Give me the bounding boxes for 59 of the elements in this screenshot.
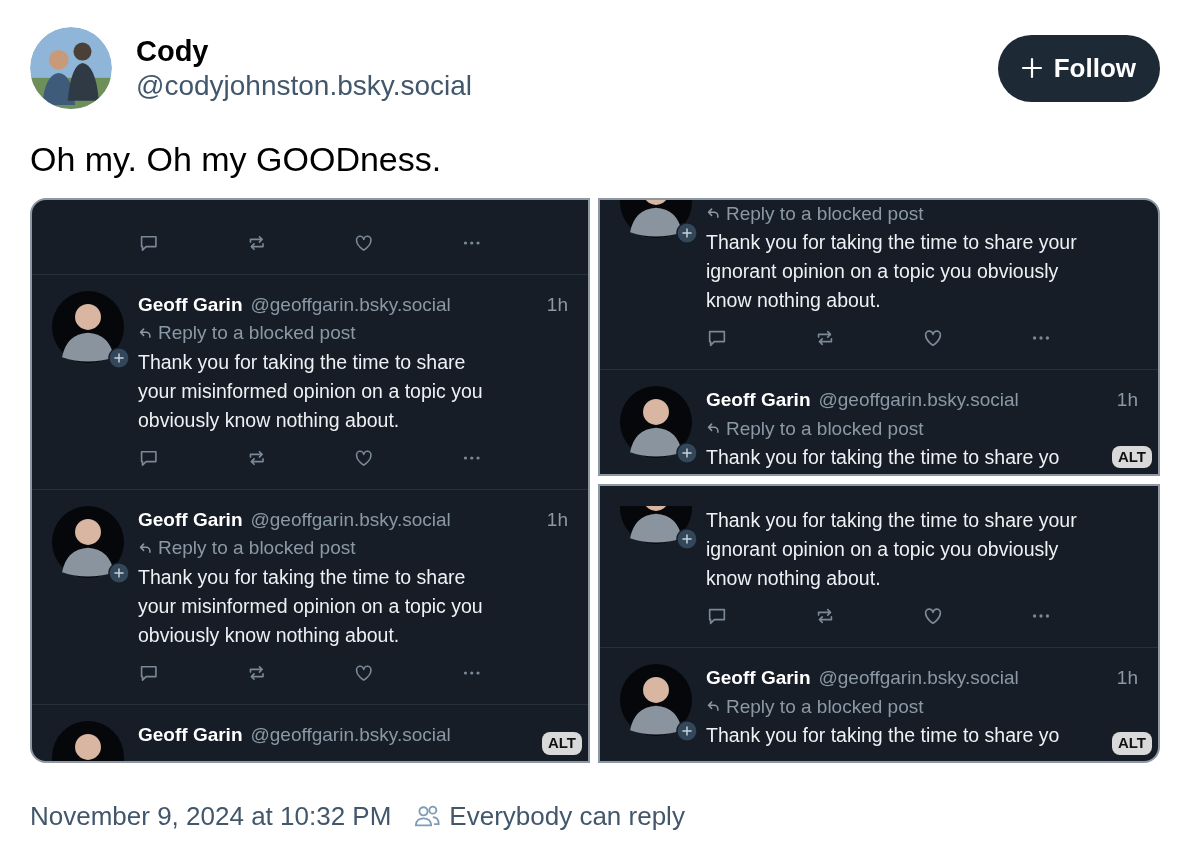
post-body-line: Thank you for taking the time to share yo [706,445,1060,471]
post-body-line: obviously know nothing about. [138,622,400,648]
reply-arrow-icon [138,540,153,556]
post-time: 1h [1116,666,1138,691]
author-handle[interactable]: @geoffgarin.bsky.social [250,720,451,749]
screenshot[interactable] [598,484,1160,763]
alt-badge[interactable]: ALT [541,732,582,755]
reply-note[interactable]: Reply to a blocked post [138,319,356,348]
author-handle[interactable]: @geoffgarin.bsky.social [250,290,451,319]
post-body-line: your misinformed opinion on a topic you [138,593,483,619]
reply-setting[interactable]: Everybody can reply [449,796,685,836]
post-time: 1h [546,507,568,532]
alt-badge[interactable]: ALT [1111,732,1152,755]
avatar[interactable] [52,505,124,578]
post-timestamp: November 9, 2024 at 10:32 PM [30,799,392,833]
add-icon[interactable] [676,442,698,465]
follow-button[interactable]: Follow [997,34,1160,102]
post-body-line: ignorant opinion on a topic you obviously [706,537,1059,563]
avatar[interactable] [620,664,692,737]
post-text: Oh my. Oh my GOODness. [30,139,443,180]
add-icon[interactable] [108,346,130,369]
author-handle[interactable]: @geoffgarin.bsky.social [818,664,1019,693]
avatar[interactable] [30,27,112,109]
avatar[interactable] [620,386,692,459]
post-body-line: obviously know nothing about. [138,407,400,433]
post-time: 1h [546,292,568,317]
avatar[interactable] [52,290,124,363]
author-name[interactable]: Geoff Garin [138,720,243,749]
author-name[interactable]: Geoff Garin [138,505,243,534]
author-name[interactable]: Geoff Garin [706,386,811,415]
post-body-line: Thank you for taking the time to share your [706,508,1077,534]
post-body-line: Thank you for taking the time to share [138,349,466,375]
reply-note[interactable]: Reply to a blocked post [138,534,356,563]
add-icon[interactable] [676,221,698,244]
add-icon[interactable] [676,720,698,743]
reply-note[interactable]: Reply to a blocked post [706,692,924,721]
screenshot[interactable] [598,197,1160,477]
plus-icon [1019,56,1044,80]
post-body-line: know nothing about. [706,566,881,592]
add-icon[interactable] [108,561,130,584]
author-handle[interactable]: @geoffgarin.bsky.social [818,386,1019,415]
author-handle[interactable]: @geoffgarin.bsky.social [250,505,451,534]
post-time: 1h [1116,388,1138,413]
screenshot[interactable] [30,197,590,763]
user-handle[interactable]: @codyjohnston.bsky.social [136,68,473,103]
alt-badge[interactable]: ALT [1111,445,1152,469]
author-name[interactable]: Geoff Garin [706,664,811,693]
add-icon[interactable] [676,528,698,551]
reply-note[interactable]: Reply to a blocked post [706,414,924,443]
post-body-line: Thank you for taking the time to share [138,564,466,590]
author-name[interactable]: Geoff Garin [138,290,243,319]
reply-arrow-icon [138,325,153,341]
post-body-line: Thank you for taking the time to share yo [706,723,1060,749]
post-body-line: Thank you for taking the time to share your [706,230,1077,256]
post-body-line: your misinformed opinion on a topic you [138,378,483,404]
reply-note[interactable]: Reply to a blocked post [706,199,924,228]
post-body-line: know nothing about. [706,288,881,314]
post-body-line: ignorant opinion on a topic you obviously [706,259,1059,285]
display-name[interactable]: Cody [136,33,473,69]
